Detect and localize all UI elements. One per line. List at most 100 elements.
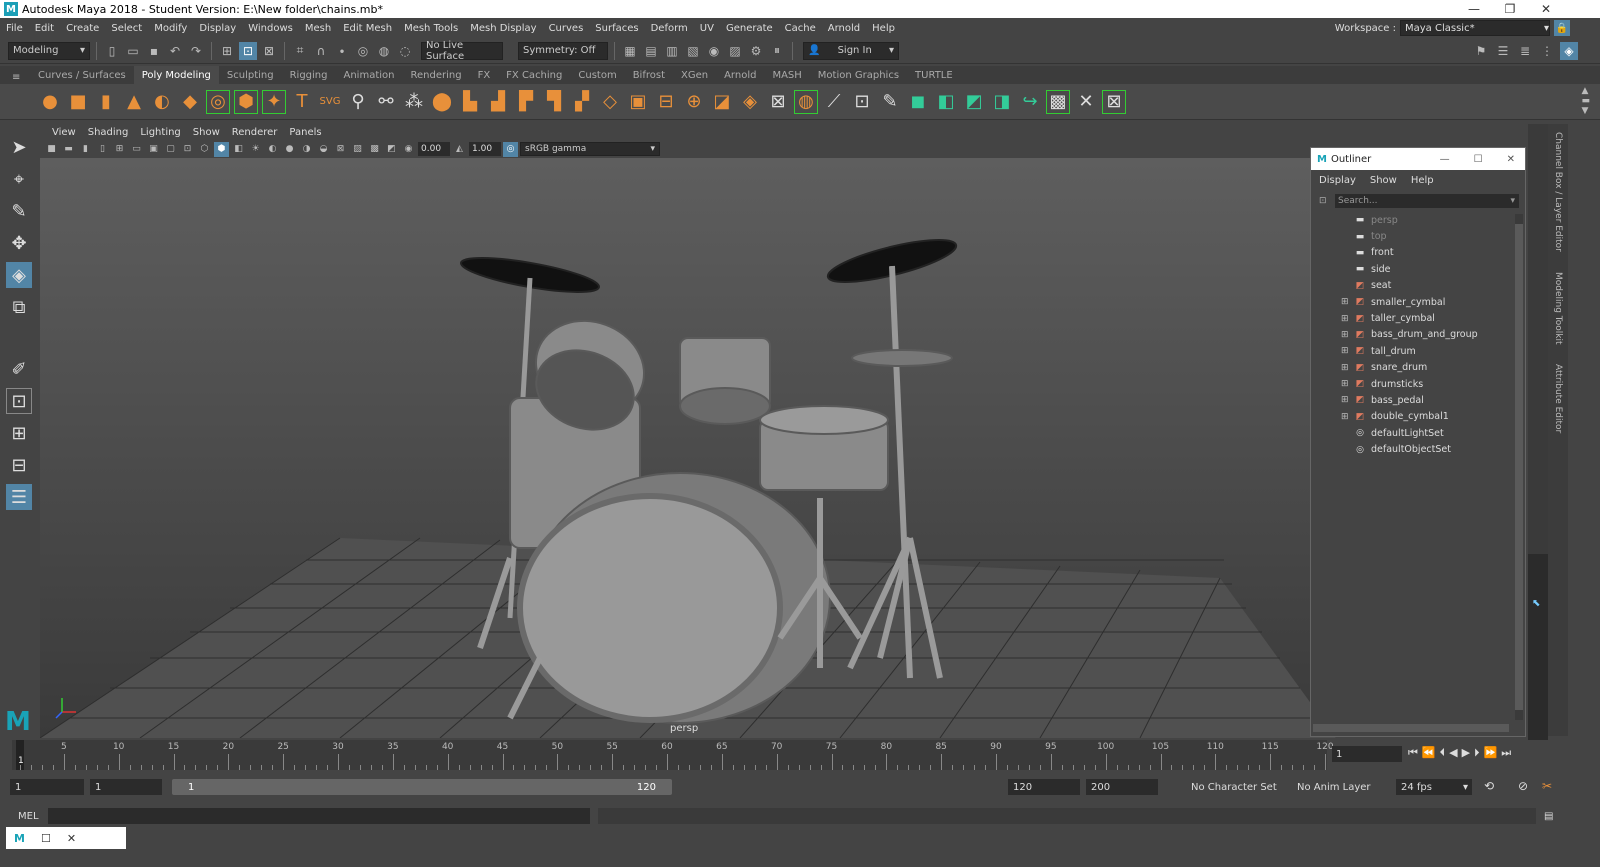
- viewport-menu-shading[interactable]: Shading: [82, 127, 135, 138]
- shelf-tab-rendering[interactable]: Rendering: [402, 66, 469, 84]
- platonic-solid-icon[interactable]: ⬢: [234, 89, 258, 114]
- lock-icon[interactable]: 🔒: [1554, 20, 1570, 36]
- viewport-menu-lighting[interactable]: Lighting: [134, 127, 186, 138]
- render-icon[interactable]: ▦: [621, 42, 639, 60]
- expand-icon[interactable]: ⊞: [1341, 412, 1349, 422]
- menu-file[interactable]: File: [0, 23, 29, 34]
- spherical-map-icon[interactable]: ◩: [962, 90, 986, 114]
- shelf-tab-rigging[interactable]: Rigging: [282, 66, 336, 84]
- arnold-render-icon[interactable]: ⚙: [747, 42, 765, 60]
- hypershade-icon[interactable]: ◉: [705, 42, 723, 60]
- smooth-shade-icon[interactable]: ⬢: [214, 141, 229, 157]
- save-scene-icon[interactable]: ▪: [145, 42, 163, 60]
- layout-uv-icon[interactable]: ⊠: [1102, 89, 1126, 114]
- script-editor-icon[interactable]: ▤: [1544, 811, 1553, 822]
- scene-start-field[interactable]: 1: [10, 779, 84, 795]
- menu-mesh-display[interactable]: Mesh Display: [464, 23, 542, 34]
- poly-plane-icon[interactable]: ◆: [178, 90, 202, 114]
- cut-uv-icon[interactable]: ↪: [1018, 90, 1042, 114]
- side-tab-attribute-editor[interactable]: Attribute Editor: [1553, 364, 1563, 433]
- menu-windows[interactable]: Windows: [242, 23, 299, 34]
- shelf-tab-fx[interactable]: FX: [470, 66, 499, 84]
- mirror-icon[interactable]: ⚲: [346, 90, 370, 114]
- outliner-item[interactable]: ⊞ ◩ drumsticks: [1341, 376, 1525, 392]
- xray-icon[interactable]: ▨: [350, 142, 365, 157]
- checker-map-icon[interactable]: ▩: [1046, 89, 1070, 114]
- bevel-icon[interactable]: ▛: [514, 90, 538, 114]
- append-polygon-icon[interactable]: ▞: [570, 90, 594, 114]
- close-icon[interactable]: ✕: [1507, 154, 1515, 165]
- play-backward-icon[interactable]: ◀: [1449, 746, 1457, 760]
- shelf-tab-custom[interactable]: Custom: [570, 66, 624, 84]
- redo-icon[interactable]: ↷: [187, 42, 205, 60]
- paint-select-icon[interactable]: ✎: [6, 198, 32, 224]
- scale-tool-icon[interactable]: ⧉: [6, 294, 32, 320]
- go-to-start-icon[interactable]: ⏮: [1408, 746, 1418, 760]
- fill-hole-icon[interactable]: ▜: [542, 90, 566, 114]
- minimize-icon[interactable]: —: [1456, 0, 1492, 18]
- ipr-render-icon[interactable]: ▥: [663, 42, 681, 60]
- menuset-dropdown[interactable]: Modeling ▾: [8, 41, 90, 60]
- layer-icon[interactable]: ⬉: [1532, 598, 1540, 609]
- snap-point-icon[interactable]: ∙: [333, 42, 351, 60]
- camera-attr-icon[interactable]: ▬: [61, 142, 76, 157]
- expand-icon[interactable]: ⊞: [1341, 297, 1349, 307]
- character-set-dropdown[interactable]: No Character Set: [1186, 779, 1282, 795]
- restore-icon[interactable]: ☐: [41, 832, 51, 845]
- safe-action-icon[interactable]: ▢: [163, 142, 178, 157]
- shelf-tab-arnold[interactable]: Arnold: [716, 66, 764, 84]
- lights-icon[interactable]: ☀: [248, 142, 263, 157]
- symmetry-dropdown[interactable]: Symmetry: Off: [518, 41, 608, 60]
- collapse-icon[interactable]: ◈: [738, 90, 762, 114]
- current-frame-field[interactable]: 1: [1332, 746, 1402, 762]
- layer-editor-icon[interactable]: ◈: [1560, 41, 1578, 60]
- outliner-search-input[interactable]: Search... ▾: [1335, 194, 1519, 208]
- exposure-field[interactable]: 0.00: [418, 142, 450, 156]
- backface-icon[interactable]: ◩: [384, 142, 399, 157]
- viewport-menu-panels[interactable]: Panels: [283, 127, 327, 138]
- image-plane-icon[interactable]: ▯: [95, 142, 110, 157]
- paint-icon[interactable]: ✎: [878, 90, 902, 114]
- maximize-icon[interactable]: ☐: [1474, 154, 1483, 165]
- isolate-icon[interactable]: ⊠: [333, 142, 348, 157]
- step-forward-key-icon[interactable]: ⏩: [1484, 746, 1498, 760]
- xray-joints-icon[interactable]: ▩: [367, 142, 382, 157]
- smooth-icon[interactable]: ⬤: [430, 90, 454, 114]
- live-surface-field[interactable]: No Live Surface: [421, 40, 503, 62]
- outliner-persp-icon[interactable]: ☰: [6, 484, 32, 510]
- snap-surface-icon[interactable]: ◍: [375, 42, 393, 60]
- range-slider[interactable]: 1 120: [172, 779, 672, 795]
- combine-icon[interactable]: ⚯: [374, 90, 398, 114]
- shelf-tab-motion-graphics[interactable]: Motion Graphics: [810, 66, 907, 84]
- playback-end-field[interactable]: 120: [1008, 779, 1080, 795]
- last-tool-icon[interactable]: ✐: [6, 356, 32, 382]
- outliner-layout-icon[interactable]: ⊟: [6, 452, 32, 478]
- cylindrical-map-icon[interactable]: ◧: [934, 90, 958, 114]
- side-tab-modeling-toolkit[interactable]: Modeling Toolkit: [1553, 272, 1563, 345]
- single-view-icon[interactable]: ⊡: [6, 388, 32, 414]
- four-view-icon[interactable]: ⊞: [6, 420, 32, 446]
- attribute-editor-icon[interactable]: ☰: [1494, 42, 1512, 60]
- restore-icon[interactable]: ❐: [1492, 0, 1528, 18]
- anti-alias-icon[interactable]: ◒: [316, 142, 331, 157]
- uv-editor-icon[interactable]: ⊡: [850, 90, 874, 114]
- anim-layer-dropdown[interactable]: No Anim Layer: [1292, 779, 1388, 795]
- select-hierarchy-icon[interactable]: ⊞: [218, 42, 236, 60]
- exposure-icon[interactable]: ◉: [401, 142, 416, 157]
- menu-edit-mesh[interactable]: Edit Mesh: [337, 23, 398, 34]
- textured-icon[interactable]: ◧: [231, 142, 246, 157]
- side-tab-channel-box-layer-editor[interactable]: Channel Box / Layer Editor: [1553, 132, 1563, 252]
- planar-map-icon[interactable]: ◼: [906, 90, 930, 114]
- loop-icon[interactable]: ⟲: [1484, 779, 1494, 793]
- ssao-icon[interactable]: ●: [282, 142, 297, 157]
- menu-display[interactable]: Display: [193, 23, 242, 34]
- unfold-icon[interactable]: ✕: [1074, 90, 1098, 114]
- outliner-item[interactable]: ⊞ ◩ bass_drum_and_group: [1341, 327, 1525, 343]
- edge-loop-icon[interactable]: ▣: [626, 90, 650, 114]
- render-view-icon[interactable]: ▨: [726, 42, 744, 60]
- outliner-item[interactable]: ⊞ ◩ taller_cymbal: [1341, 310, 1525, 326]
- film-gate-icon[interactable]: ▭: [129, 142, 144, 157]
- render-settings-icon[interactable]: ▧: [684, 42, 702, 60]
- outliner-item[interactable]: ⊞ ◩ tall_drum: [1341, 343, 1525, 359]
- playback-start-field[interactable]: 1: [90, 779, 162, 795]
